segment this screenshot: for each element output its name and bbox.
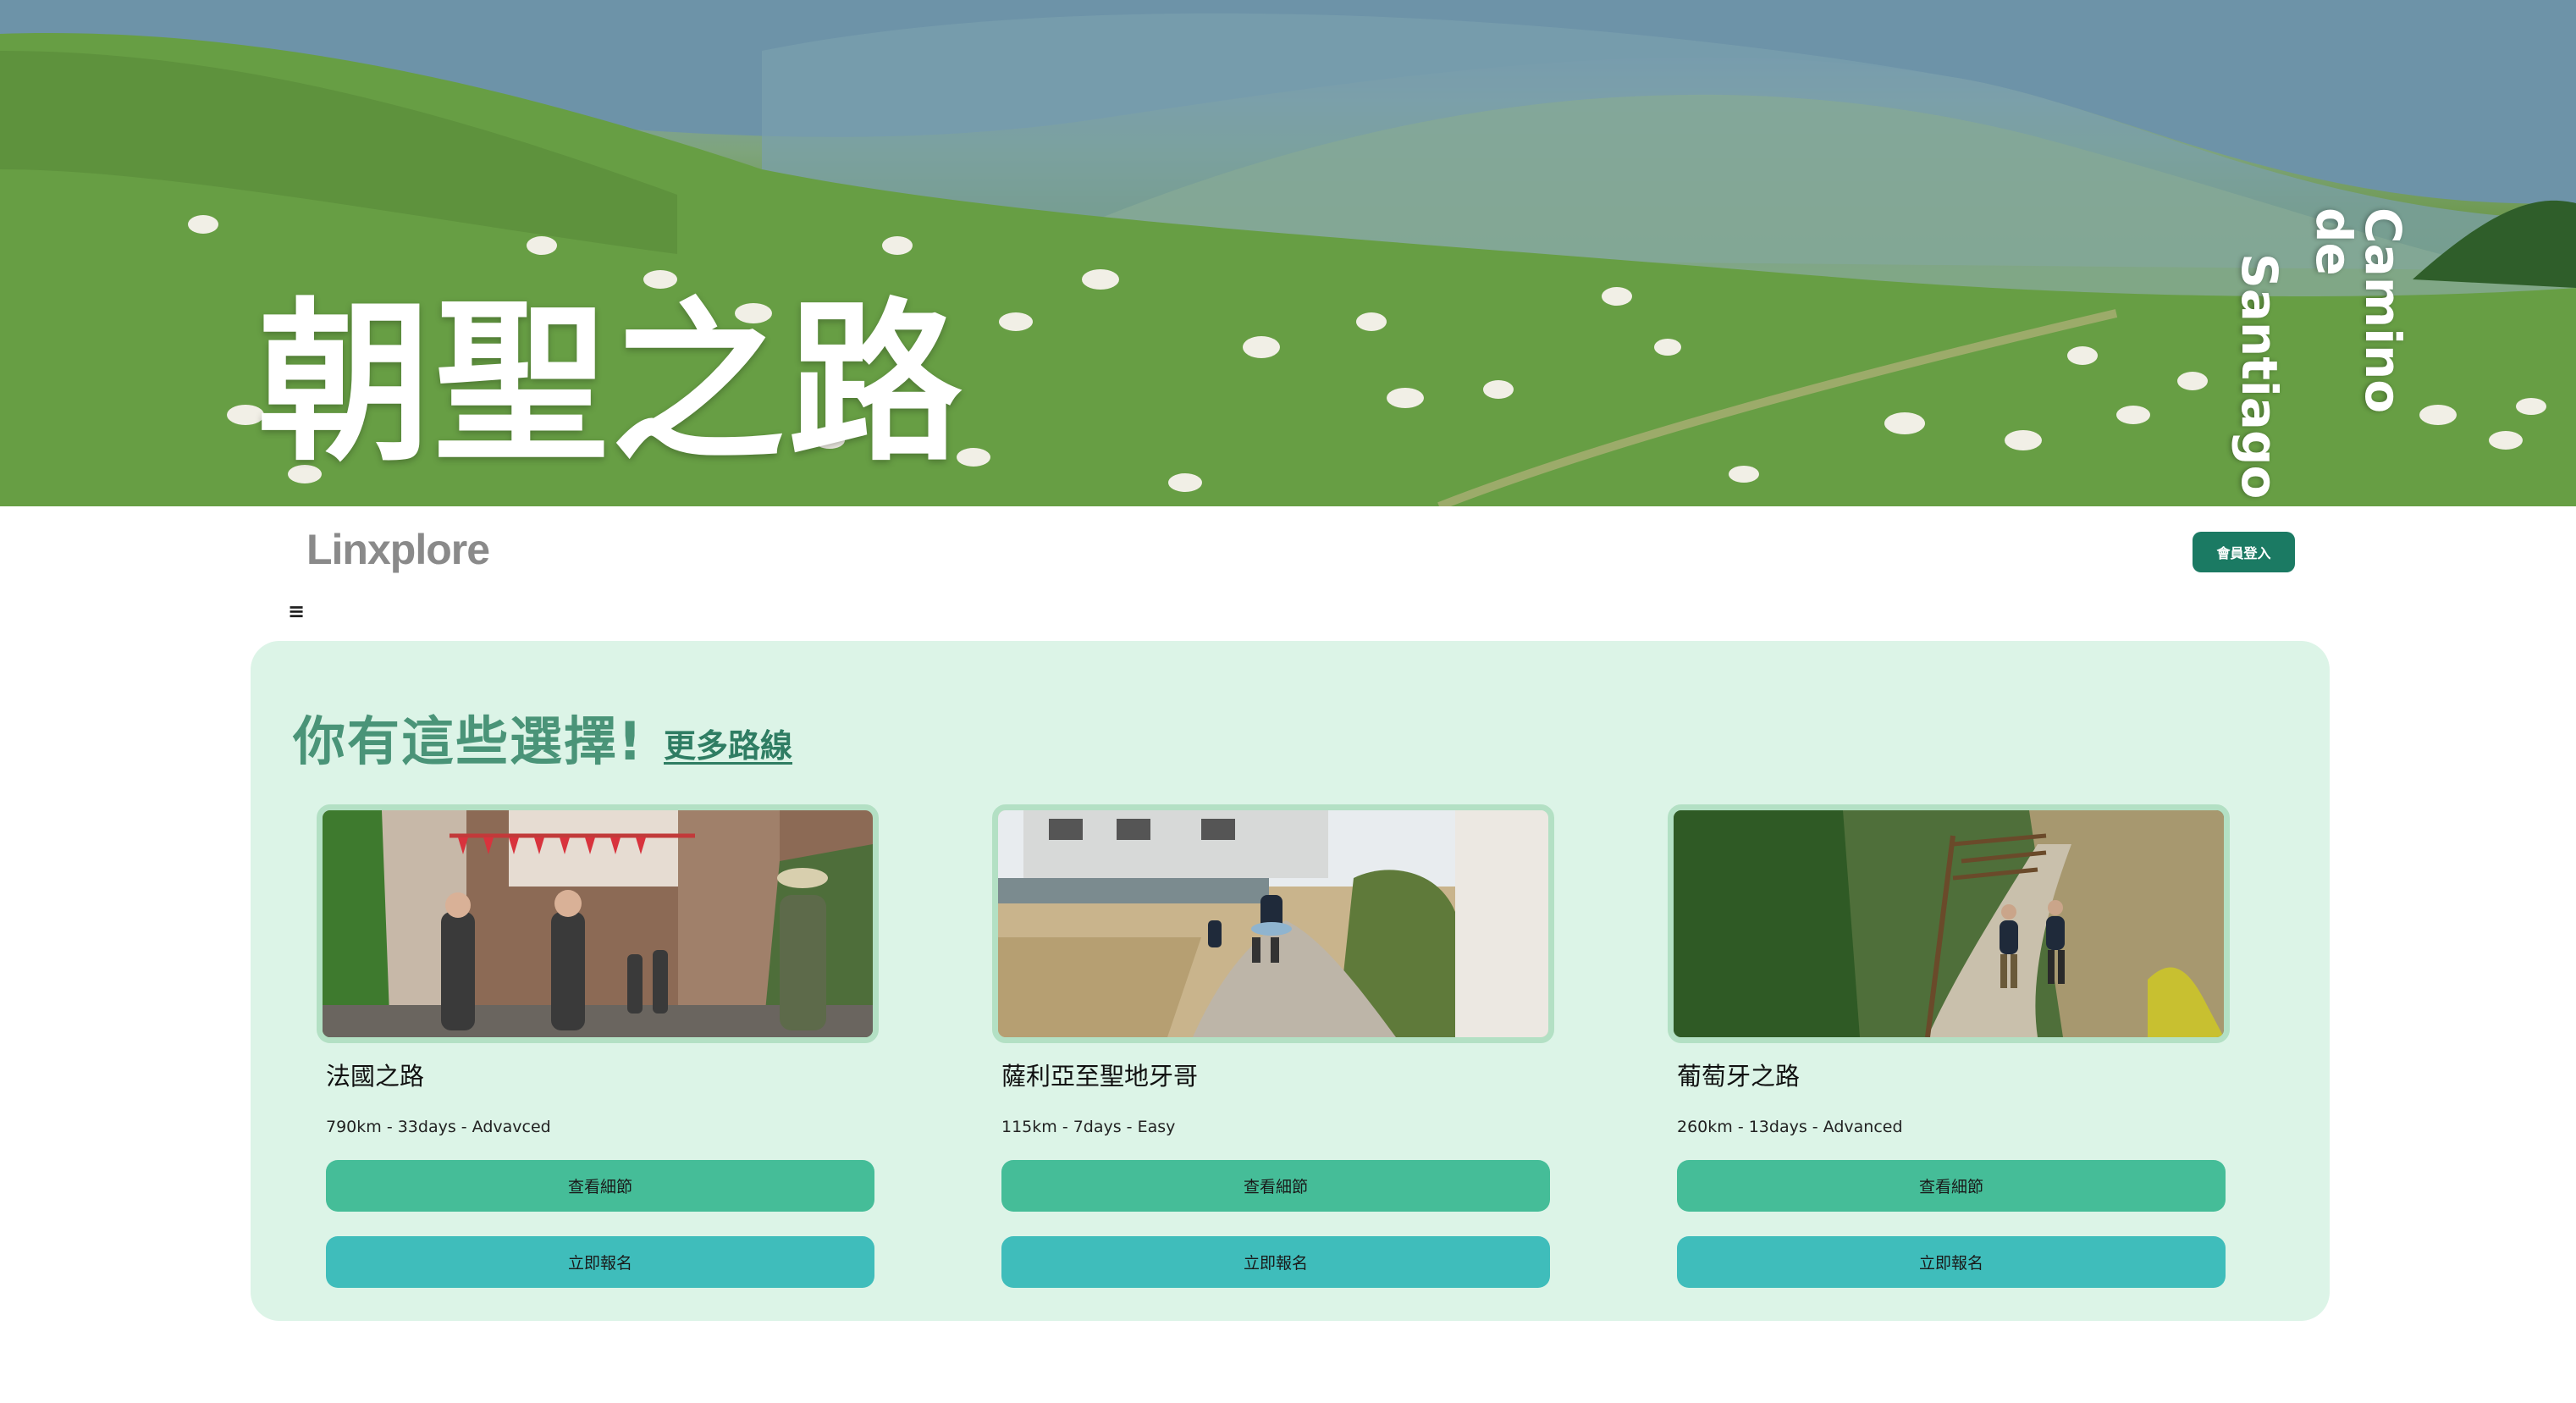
top-navbar: Linxplore 會員登入 ≡: [0, 506, 2576, 638]
hero-title: 朝聖之路: [257, 284, 965, 485]
route-card: 葡萄牙之路 260km - 13days - Advanced 查看細節 立即報…: [1668, 804, 2230, 1288]
view-details-button[interactable]: 查看細節: [1001, 1160, 1550, 1212]
hamburger-menu-icon[interactable]: ≡: [288, 599, 305, 623]
hero-banner: 朝聖之路 Camino de Santiago: [0, 0, 2576, 506]
route-card-meta: 260km - 13days - Advanced: [1677, 1118, 1903, 1136]
route-card-image[interactable]: [317, 804, 879, 1043]
site-logo[interactable]: Linxplore: [306, 525, 490, 574]
more-routes-link[interactable]: 更多路線: [664, 720, 792, 766]
route-card: 薩利亞至聖地牙哥 115km - 7days - Easy 查看細節 立即報名: [992, 804, 1554, 1288]
route-card-image[interactable]: [992, 804, 1554, 1043]
route-card-name: 薩利亞至聖地牙哥: [1001, 1062, 1199, 1091]
route-card-name: 法國之路: [326, 1062, 425, 1091]
view-details-button[interactable]: 查看細節: [326, 1160, 874, 1212]
hero-subtitle-line1: Camino de: [2305, 207, 2412, 414]
route-card-image[interactable]: [1668, 804, 2230, 1043]
register-now-button[interactable]: 立即報名: [1001, 1236, 1550, 1288]
route-card-name: 葡萄牙之路: [1677, 1062, 1801, 1091]
hero-subtitle-line2: Santiago: [2231, 253, 2288, 500]
routes-panel: 你有這些選擇! 更多路線 法國之路 790km - 33days - Advav…: [251, 641, 2330, 1321]
route-card-meta: 115km - 7days - Easy: [1001, 1118, 1176, 1136]
routes-heading: 你有這些選擇!: [293, 710, 644, 772]
route-card-meta: 790km - 33days - Advavced: [326, 1118, 551, 1136]
register-now-button[interactable]: 立即報名: [1677, 1236, 2226, 1288]
member-login-button[interactable]: 會員登入: [2193, 532, 2295, 572]
register-now-button[interactable]: 立即報名: [326, 1236, 874, 1288]
route-card: 法國之路 790km - 33days - Advavced 查看細節 立即報名: [317, 804, 879, 1288]
view-details-button[interactable]: 查看細節: [1677, 1160, 2226, 1212]
hero-subtitle: Camino de Santiago: [2231, 207, 2412, 499]
